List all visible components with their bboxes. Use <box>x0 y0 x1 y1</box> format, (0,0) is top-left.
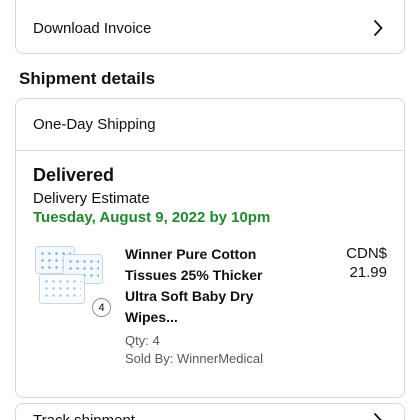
item-quantity: Qty: 4 <box>125 333 160 348</box>
order-item[interactable]: 4 Winner Pure Cotton Tissues 25% Thicker… <box>33 244 387 368</box>
download-invoice-label: Download Invoice <box>33 19 152 37</box>
shipping-method: One-Day Shipping <box>16 99 404 151</box>
chevron-right-icon <box>369 412 387 420</box>
chevron-right-icon <box>369 19 387 37</box>
shipment-details-heading: Shipment details <box>19 69 156 88</box>
download-invoice-row[interactable]: Download Invoice <box>16 1 404 55</box>
price-value: 21.99 <box>349 264 387 281</box>
delivery-status: Delivered <box>33 165 115 185</box>
shipment-card: One-Day Shipping Delivered Delivery Esti… <box>15 98 405 398</box>
shipment-body: Delivered Delivery Estimate Tuesday, Aug… <box>16 151 404 368</box>
delivery-estimate-date: Tuesday, August 9, 2022 by 10pm <box>33 209 271 226</box>
delivery-estimate-label: Delivery Estimate <box>33 190 150 207</box>
invoice-card: Download Invoice <box>15 0 405 54</box>
item-info: Winner Pure Cotton Tissues 25% Thicker U… <box>125 244 285 368</box>
track-shipment-row[interactable]: Track shipment <box>15 403 405 420</box>
quantity-badge: 4 <box>92 298 111 317</box>
product-image[interactable]: 4 <box>33 244 111 317</box>
item-price: CDN$ 21.99 <box>346 244 387 282</box>
price-currency: CDN$ <box>346 245 387 262</box>
item-seller: Sold By: WinnerMedical <box>125 351 263 366</box>
track-shipment-label: Track shipment <box>33 412 369 420</box>
item-title[interactable]: Winner Pure Cotton Tissues 25% Thicker U… <box>125 244 285 328</box>
